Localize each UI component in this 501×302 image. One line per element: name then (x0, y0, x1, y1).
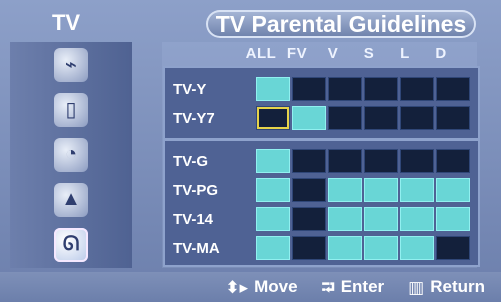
sidebar-item-antenna[interactable]: ⌁ (10, 42, 132, 87)
guideline-row: TV-PG (163, 175, 471, 205)
guideline-cell[interactable] (436, 207, 470, 231)
guideline-row-label: TV-Y7 (173, 109, 215, 127)
sidebar-item-ribbon[interactable]: ᘏ (10, 222, 132, 267)
guideline-row: TV-G (163, 146, 471, 176)
guideline-cells (255, 236, 471, 260)
guideline-cell[interactable] (256, 77, 290, 101)
return-icon: ▥ (408, 277, 425, 297)
top-bar: TV TV Parental Guidelines (6, 8, 495, 38)
guideline-cell[interactable] (256, 149, 290, 173)
guideline-cell[interactable] (256, 106, 290, 130)
guideline-cell[interactable] (256, 178, 290, 202)
tv-tab[interactable]: TV (6, 8, 126, 38)
guideline-row: TV-Y (163, 74, 471, 104)
guideline-cell[interactable] (400, 149, 434, 173)
page-title: TV Parental Guidelines (206, 10, 476, 38)
guideline-row-label: TV-14 (173, 210, 214, 228)
return-label: Return (430, 277, 485, 296)
column-header-l: L (400, 45, 410, 62)
tv-icon: ▯ (54, 92, 88, 127)
guideline-cell[interactable] (292, 236, 326, 260)
ribbon-icon: ᘏ (54, 227, 88, 262)
guideline-cell[interactable] (328, 207, 362, 231)
guideline-row-label: TV-PG (173, 181, 219, 199)
move-label: Move (254, 277, 298, 296)
guideline-cells (255, 106, 471, 130)
guideline-cell[interactable] (400, 77, 434, 101)
speaker-icon: ◔ (54, 137, 88, 172)
guideline-row: TV-14 (163, 204, 471, 234)
guideline-cell[interactable] (400, 207, 434, 231)
arrows-icon: ⬍▸ (225, 277, 249, 297)
guideline-row-label: TV-Y (173, 80, 207, 98)
guideline-cells (255, 207, 471, 231)
guideline-cell[interactable] (256, 236, 290, 260)
column-header-s: S (363, 45, 375, 62)
guideline-cell[interactable] (436, 178, 470, 202)
column-header-v: V (327, 45, 339, 62)
guideline-cell[interactable] (292, 106, 326, 130)
guideline-cell[interactable] (364, 207, 398, 231)
guideline-cell[interactable] (364, 236, 398, 260)
guideline-cell[interactable] (292, 149, 326, 173)
guideline-cell[interactable] (436, 77, 470, 101)
column-headers: ALL FV V S L D (243, 45, 473, 65)
enter-icon: ⮒ (321, 277, 335, 297)
mountain-icon: ▲ (54, 182, 88, 217)
guideline-row-label: TV-G (173, 152, 209, 170)
tv-menu-window: TV TV Parental Guidelines ⌁ ▯ ◔ ▲ ᘏ ALL … (0, 0, 501, 302)
guideline-cell[interactable] (364, 178, 398, 202)
sidebar-item-mountain[interactable]: ▲ (10, 177, 132, 222)
sidebar-item-tv[interactable]: ▯ (10, 87, 132, 132)
guideline-cell[interactable] (400, 236, 434, 260)
guideline-cell[interactable] (436, 106, 470, 130)
guideline-row: TV-Y7 (163, 103, 471, 133)
guideline-cell[interactable] (292, 207, 326, 231)
column-header-all: ALL (245, 45, 277, 62)
guideline-cell[interactable] (364, 106, 398, 130)
sidebar: ⌁ ▯ ◔ ▲ ᘏ (10, 42, 132, 268)
guideline-cell[interactable] (436, 236, 470, 260)
guideline-cell[interactable] (328, 106, 362, 130)
guideline-cell[interactable] (328, 178, 362, 202)
guideline-cell[interactable] (328, 77, 362, 101)
guideline-cell[interactable] (364, 149, 398, 173)
guideline-cell[interactable] (364, 77, 398, 101)
antenna-icon: ⌁ (54, 47, 88, 82)
guideline-cell[interactable] (328, 236, 362, 260)
move-hint: ⬍▸ Move (225, 277, 297, 297)
enter-hint: ⮒ Enter (322, 277, 385, 297)
guideline-cell[interactable] (400, 106, 434, 130)
guideline-cells (255, 178, 471, 202)
guideline-row: TV-MA (163, 233, 471, 263)
guideline-cell[interactable] (256, 207, 290, 231)
guideline-cell[interactable] (292, 178, 326, 202)
guideline-cell[interactable] (292, 77, 326, 101)
guideline-cell[interactable] (436, 149, 470, 173)
enter-label: Enter (340, 277, 385, 296)
guideline-row-label: TV-MA (173, 239, 220, 257)
guideline-cell[interactable] (400, 178, 434, 202)
column-header-d: D (435, 45, 447, 62)
sidebar-item-speaker[interactable]: ◔ (10, 132, 132, 177)
guideline-cells (255, 149, 471, 173)
bottom-help-bar: ⬍▸ Move ⮒ Enter ▥ Return (0, 272, 501, 302)
guideline-cells (255, 77, 471, 101)
return-hint: ▥ Return (408, 277, 485, 297)
column-header-fv: FV (286, 45, 308, 62)
guideline-cell[interactable] (328, 149, 362, 173)
